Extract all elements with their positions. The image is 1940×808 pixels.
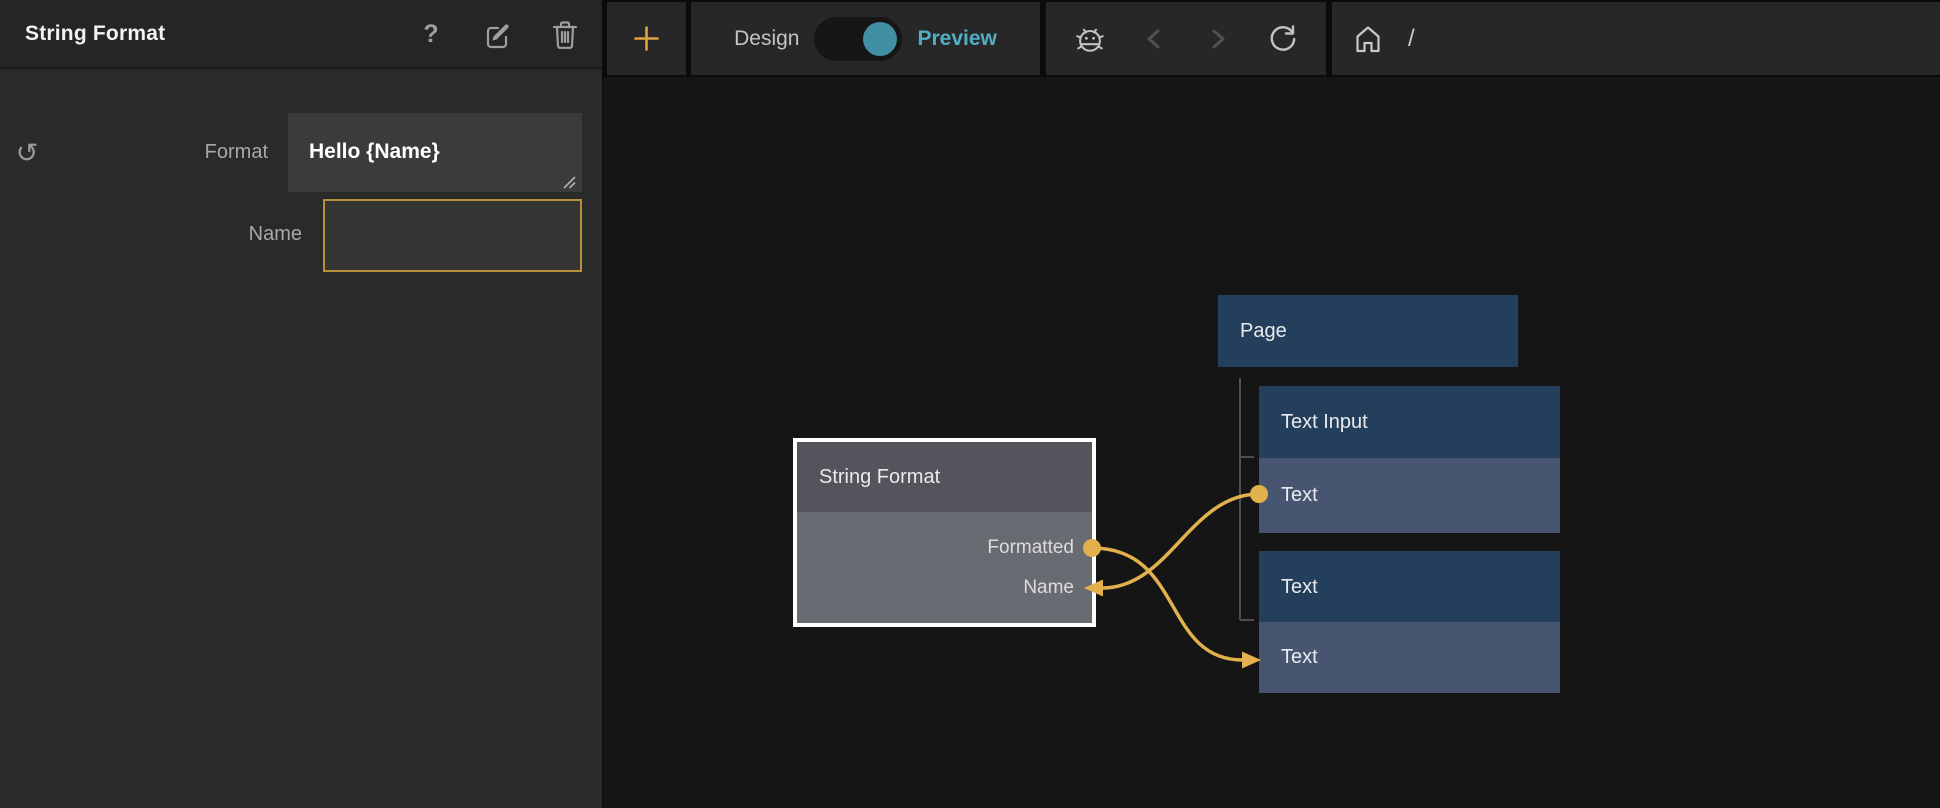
toggle-knob [863, 22, 897, 56]
preview-mode-label[interactable]: Preview [917, 27, 996, 51]
panel-header-actions: ? [416, 0, 580, 69]
navigation-controls [1046, 2, 1326, 75]
add-button[interactable] [607, 2, 686, 75]
port-row-text[interactable]: Text [1259, 622, 1560, 693]
mode-switcher: Design Preview [691, 2, 1040, 75]
input-port-name[interactable]: Name [1023, 577, 1074, 599]
properties-panel-header: String Format ? [0, 0, 602, 69]
output-port-formatted[interactable]: Formatted [987, 537, 1074, 559]
node-title: Page [1218, 295, 1518, 367]
format-field-label: Format [0, 141, 268, 164]
design-mode-label[interactable]: Design [734, 27, 799, 51]
panel-title: String Format [25, 22, 165, 46]
preview-toolbar: Design Preview [603, 0, 1940, 77]
port-label: Text [1259, 622, 1560, 693]
forward-chevron-icon[interactable] [1202, 23, 1234, 55]
edit-icon[interactable] [483, 20, 513, 50]
node-string-format-selected[interactable]: String Format Formatted Name [793, 438, 1096, 627]
properties-panel: String Format ? ↺ Format [0, 0, 602, 808]
port-row-text[interactable]: Text [1259, 458, 1560, 533]
refresh-icon[interactable] [1266, 23, 1298, 55]
name-value-input[interactable] [323, 199, 582, 272]
port-label: Text [1259, 458, 1560, 533]
breadcrumb-path[interactable]: / [1408, 25, 1415, 53]
node-text-input[interactable]: Text Input Text [1259, 386, 1560, 533]
textarea-resize-handle-icon[interactable] [561, 174, 577, 190]
node-header[interactable]: Text Input [1259, 386, 1560, 458]
node-title: Text Input [1259, 386, 1560, 458]
node-title: String Format [797, 442, 1092, 512]
home-icon[interactable] [1352, 23, 1384, 55]
page-breadcrumb: / [1332, 2, 1940, 75]
format-value-textarea[interactable] [288, 113, 582, 192]
node-header[interactable]: String Format [797, 442, 1092, 512]
name-field-label: Name [0, 223, 302, 246]
node-page[interactable]: Page [1218, 295, 1518, 367]
debug-bug-icon[interactable] [1074, 23, 1106, 55]
node-text[interactable]: Text Text [1259, 551, 1560, 693]
node-header[interactable]: Text [1259, 551, 1560, 622]
trash-icon[interactable] [550, 20, 580, 50]
back-chevron-icon[interactable] [1138, 23, 1170, 55]
node-title: Text [1259, 551, 1560, 623]
design-preview-toggle[interactable] [814, 17, 902, 61]
help-icon[interactable]: ? [416, 20, 446, 50]
